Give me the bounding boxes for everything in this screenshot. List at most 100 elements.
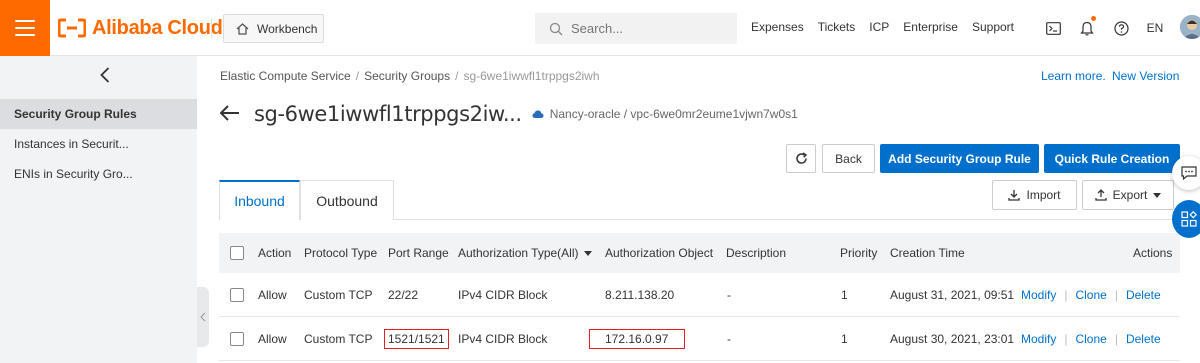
brand-name: Alibaba Cloud: [92, 16, 223, 39]
learn-more-link[interactable]: Learn more.: [1041, 69, 1106, 83]
delete-link[interactable]: Delete: [1126, 288, 1161, 302]
cell-description: -: [727, 287, 731, 302]
tab-outbound[interactable]: Outbound: [300, 180, 394, 220]
header-action: Action: [258, 246, 292, 260]
cell-auth-type: IPv4 CIDR Block: [458, 287, 548, 302]
sidebar-item-security-group-rules[interactable]: Security Group Rules: [0, 99, 197, 129]
support-link[interactable]: Support: [972, 20, 1014, 34]
row-actions: Modify | Clone | Delete: [1021, 317, 1161, 360]
search-box[interactable]: [535, 13, 737, 44]
separator: |: [1064, 331, 1068, 346]
expenses-link[interactable]: Expenses: [751, 20, 804, 34]
clone-link[interactable]: Clone: [1075, 332, 1106, 346]
alibaba-logo-icon: [58, 18, 86, 38]
cell-port-range-highlighted: 1521/1521: [384, 317, 449, 360]
cloud-icon: [532, 110, 544, 118]
caret-down-icon: [583, 250, 592, 256]
add-security-group-rule-button[interactable]: Add Security Group Rule: [880, 144, 1039, 173]
top-navigation-bar: Alibaba Cloud Workbench Expenses Tickets…: [0, 0, 1200, 56]
vpc-subtitle: Nancy-oracle / vpc-6we0mr2eume1vjwn7w0s1: [549, 107, 798, 121]
collapse-sidebar-button[interactable]: [95, 62, 115, 88]
user-avatar[interactable]: [1180, 15, 1200, 39]
cell-auth-object-highlighted: 172.16.0.97: [589, 317, 686, 360]
chevron-left-icon: [100, 67, 110, 83]
alibaba-cloud-logo[interactable]: Alibaba Cloud: [58, 17, 223, 39]
header-authorization-type-filter[interactable]: Authorization Type(All): [458, 233, 592, 273]
cell-priority: 1: [841, 331, 848, 346]
language-switcher[interactable]: EN: [1142, 16, 1168, 40]
cell-priority: 1: [841, 287, 848, 302]
cell-action: Allow: [258, 287, 287, 302]
chevron-left-icon: [200, 312, 206, 322]
header-actions: Actions: [1133, 246, 1173, 260]
separator: |: [1064, 287, 1068, 302]
sidebar-item-enis[interactable]: ENIs in Security Gro...: [0, 159, 197, 189]
modify-link[interactable]: Modify: [1021, 332, 1056, 346]
separator: |: [1114, 331, 1118, 346]
sidebar-drag-handle[interactable]: [197, 287, 209, 347]
workbench-button[interactable]: Workbench: [223, 14, 324, 43]
clone-link[interactable]: Clone: [1075, 288, 1106, 302]
apps-icon: [1181, 211, 1197, 227]
table-header: Action Protocol Type Port Range Authoriz…: [219, 233, 1180, 273]
export-dropdown-button[interactable]: Export: [1082, 180, 1174, 210]
modify-link[interactable]: Modify: [1021, 288, 1056, 302]
export-label: Export: [1112, 188, 1148, 202]
header-authorization-object: Authorization Object: [605, 246, 714, 260]
tickets-link[interactable]: Tickets: [818, 20, 856, 34]
new-version-link[interactable]: New Version: [1112, 69, 1179, 83]
select-all-checkbox[interactable]: [230, 233, 244, 273]
import-button[interactable]: Import: [992, 180, 1077, 210]
header-protocol-type: Protocol Type: [304, 246, 378, 260]
header-description: Description: [726, 246, 787, 260]
delete-link[interactable]: Delete: [1126, 332, 1161, 346]
breadcrumb-separator: /: [355, 69, 360, 83]
cell-creation-time: August 31, 2021, 09:51: [890, 287, 1015, 302]
header-authorization-type: Authorization Type(All): [458, 246, 579, 260]
divider: [211, 18, 212, 38]
feedback-widget-button[interactable]: [1172, 156, 1200, 190]
header-priority: Priority: [840, 246, 878, 260]
back-button[interactable]: Back: [822, 144, 875, 173]
sidebar: Security Group Rules Instances in Securi…: [0, 56, 197, 363]
tab-inbound[interactable]: Inbound: [219, 180, 300, 220]
refresh-button[interactable]: [786, 144, 816, 173]
row-checkbox[interactable]: [230, 317, 244, 360]
quick-rule-creation-button[interactable]: Quick Rule Creation: [1044, 144, 1180, 173]
cell-protocol: Custom TCP: [304, 287, 373, 302]
breadcrumb-current: sg-6we1iwwfl1trppgs2iwh: [463, 69, 600, 83]
workbench-label: Workbench: [257, 21, 318, 36]
top-links: Expenses Tickets ICP Enterprise Support: [751, 20, 1028, 34]
breadcrumb-separator: /: [455, 69, 459, 83]
cell-description: -: [727, 331, 731, 346]
cell-port-range: 22/22: [388, 287, 419, 302]
header-port-range: Port Range: [388, 246, 449, 260]
header-creation-time: Creation Time: [890, 246, 965, 260]
enterprise-link[interactable]: Enterprise: [903, 20, 958, 34]
cell-creation-time: August 30, 2021, 23:01: [890, 331, 1015, 346]
breadcrumb-security-groups[interactable]: Security Groups: [364, 69, 450, 83]
separator: |: [1114, 287, 1118, 302]
cell-auth-object: 8.211.138.20: [605, 287, 675, 302]
back-arrow-icon[interactable]: [219, 102, 240, 126]
cell-auth-type: IPv4 CIDR Block: [458, 331, 548, 346]
icp-link[interactable]: ICP: [869, 20, 889, 34]
row-checkbox[interactable]: [230, 273, 244, 316]
caret-down-icon: [1153, 192, 1162, 198]
page-header: sg-6we1iwwfl1trppgs2iw... Nancy-oracle /…: [219, 102, 798, 126]
refresh-icon: [795, 152, 807, 164]
notification-dot: [1091, 16, 1096, 21]
direction-tabs: Inbound Outbound: [219, 180, 394, 220]
hamburger-menu-button[interactable]: [0, 0, 50, 56]
home-icon: [236, 22, 249, 35]
chat-icon: [1181, 166, 1197, 180]
search-input[interactable]: [571, 21, 721, 36]
bell-icon[interactable]: [1074, 16, 1100, 40]
help-icon[interactable]: [1108, 16, 1134, 40]
sidebar-item-instances[interactable]: Instances in Securit...: [0, 129, 197, 159]
top-icons: EN: [1040, 16, 1176, 40]
cell-action: Allow: [258, 331, 287, 346]
terminal-icon[interactable]: [1040, 16, 1066, 40]
breadcrumb-ecs[interactable]: Elastic Compute Service: [220, 69, 351, 83]
quick-tools-widget-button[interactable]: [1172, 200, 1200, 238]
